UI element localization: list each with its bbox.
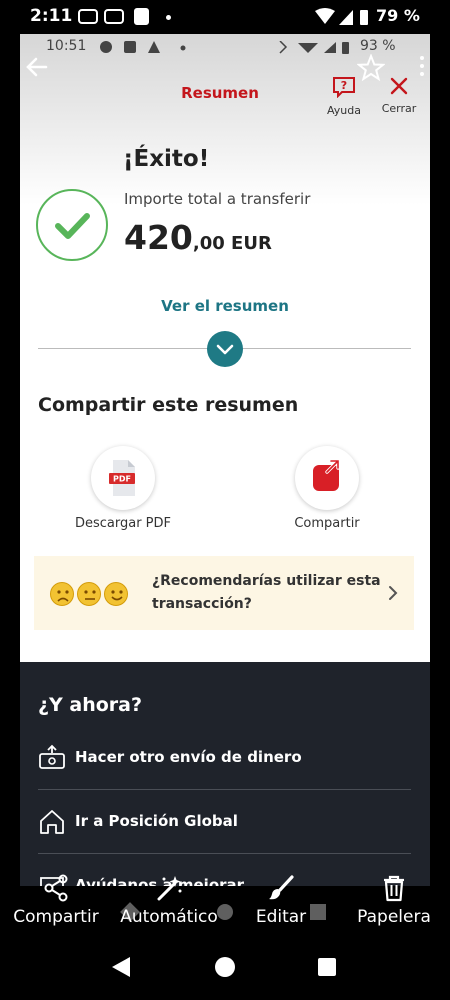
inner-signal-icons <box>279 41 349 54</box>
help-label: Ayuda <box>327 104 361 117</box>
inner-notification-icons <box>100 41 186 53</box>
app-screen: 10:51 93 % Resumen ? Ayuda Cerrar ¡Éxito… <box>20 34 430 886</box>
neutral-face-icon[interactable] <box>77 582 101 606</box>
download-pdf-button[interactable]: PDF <box>91 446 155 510</box>
next-steps-title: ¿Y ahora? <box>38 694 143 716</box>
toolbar-edit-label: Editar <box>255 907 307 927</box>
next-steps-section: ¿Y ahora? Hacer otro envío de dinero Ir … <box>20 662 430 886</box>
back-arrow-icon[interactable] <box>24 54 50 80</box>
amount-decimals-currency: ,00 EUR <box>192 233 272 254</box>
trash-icon <box>384 875 404 902</box>
feedback-banner[interactable]: ¿Recomendarías utilizar esta transacción… <box>34 556 414 630</box>
feedback-question: ¿Recomendarías utilizar esta transacción… <box>152 573 381 612</box>
toolbar-auto-label: Automático <box>120 907 218 927</box>
transfer-amount: 420,00 EUR <box>124 218 272 257</box>
list-item-global-position[interactable]: Ir a Posición Global <box>38 790 411 854</box>
view-summary-link[interactable]: Ver el resumen <box>20 297 430 315</box>
nav-home-icon[interactable] <box>214 956 236 978</box>
brush-icon <box>269 875 294 900</box>
device-status-bar: 2:11 79 % <box>0 0 450 34</box>
share-label: Compartir <box>294 516 360 531</box>
close-button[interactable]: Cerrar <box>380 76 418 118</box>
happy-face-icon[interactable] <box>104 582 128 606</box>
battery-level: 79 % <box>376 6 420 25</box>
wifi-signal-icon <box>315 8 368 25</box>
inner-status-time: 10:51 <box>46 38 87 54</box>
sad-face-icon[interactable] <box>50 582 74 606</box>
close-label: Cerrar <box>381 102 417 115</box>
status-time: 2:11 <box>30 6 73 26</box>
toolbar-share-label: Compartir <box>13 907 99 927</box>
help-icon: ? <box>333 77 355 99</box>
chevron-down-icon <box>216 344 234 355</box>
notification-icon <box>134 8 149 25</box>
amount-integer: 420 <box>124 218 193 257</box>
nav-recents-icon[interactable] <box>317 957 337 977</box>
inner-battery-level: 93 % <box>360 38 396 54</box>
amount-label: Importe total a transferir <box>124 190 311 208</box>
help-button[interactable]: ? Ayuda <box>324 76 364 118</box>
list-item-label: Hacer otro envío de dinero <box>75 748 302 766</box>
success-check-icon <box>36 189 108 261</box>
share-button[interactable] <box>295 446 359 510</box>
more-options-icon[interactable] <box>418 56 426 82</box>
share-icon <box>44 874 68 902</box>
toolbar-trash-label: Papelera <box>357 907 431 927</box>
close-icon <box>390 77 408 95</box>
toolbar-edit-button[interactable]: Editar <box>244 874 318 927</box>
pdf-icon-text: PDF <box>113 475 131 484</box>
magic-wand-icon <box>157 876 182 901</box>
voicemail-icon <box>104 9 124 24</box>
toolbar-auto-button[interactable]: Automático <box>117 874 221 927</box>
list-item-send-money[interactable]: Hacer otro envío de dinero <box>38 726 411 790</box>
chevron-right-icon <box>389 586 398 600</box>
voicemail-icon <box>78 9 98 24</box>
success-heading: ¡Éxito! <box>123 146 210 172</box>
share-section-title: Compartir este resumen <box>38 394 299 416</box>
expand-summary-button[interactable] <box>207 331 243 367</box>
home-icon <box>40 810 64 834</box>
page-title: Resumen <box>181 84 259 102</box>
more-notifications-icon <box>166 15 171 20</box>
money-send-icon <box>39 744 65 769</box>
pdf-file-icon: PDF <box>109 460 135 496</box>
list-item-label: Ir a Posición Global <box>75 812 238 830</box>
share-external-icon <box>313 459 340 491</box>
nav-back-icon[interactable] <box>110 955 132 979</box>
svg-text:?: ? <box>341 79 347 92</box>
download-pdf-label: Descargar PDF <box>74 516 172 531</box>
toolbar-share-button[interactable]: Compartir <box>10 874 102 927</box>
toolbar-trash-button[interactable]: Papelera <box>352 874 436 927</box>
